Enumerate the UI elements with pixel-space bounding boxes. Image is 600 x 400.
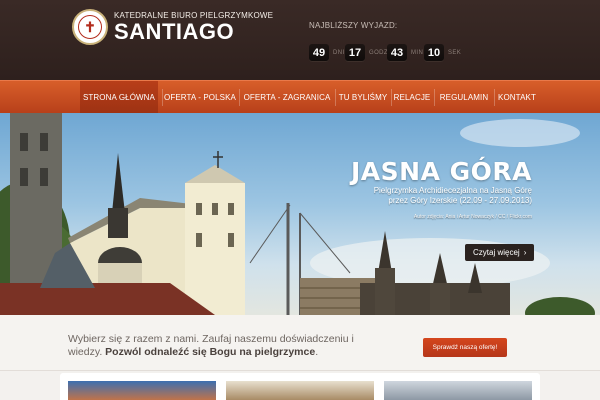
logo-emblem[interactable]: ✝	[72, 9, 108, 45]
countdown-days-value: 49	[309, 44, 329, 62]
read-more-button[interactable]: Czytaj więcej ›	[465, 244, 535, 261]
countdown-label: NAJBLIŻSZY WYJAZD:	[309, 21, 398, 30]
nav-item-terms[interactable]: REGULAMIN	[436, 81, 492, 114]
main-nav: STRONA GŁÓWNA OFERTA - POLSKA OFERTA - Z…	[0, 80, 600, 114]
nav-item-where-we-were[interactable]: TU BYLIŚMY	[337, 81, 389, 114]
countdown-minutes: 43 MIN	[387, 44, 423, 62]
countdown-days: 49 DNI	[309, 44, 345, 62]
nav-item-home[interactable]: STRONA GŁÓWNA	[80, 81, 158, 114]
nav-item-offer-poland[interactable]: OFERTA - POLSKA	[164, 81, 236, 114]
countdown-days-unit: DNI	[333, 50, 345, 56]
cta-text: Wybierz się z razem z nami. Zaufaj nasze…	[68, 333, 388, 358]
nav-divider	[391, 89, 392, 106]
brand-name[interactable]: SANTIAGO	[114, 19, 234, 45]
hero-title: JASNA GÓRA	[350, 157, 532, 186]
cta-text-bold: Pozwól odnaleźć się Bogu na pielgrzymce	[105, 345, 316, 358]
nav-item-offer-abroad[interactable]: OFERTA - ZAGRANICA	[241, 81, 333, 114]
read-more-label: Czytaj więcej	[473, 248, 520, 257]
nav-divider	[434, 89, 435, 106]
chevron-right-icon: ›	[523, 248, 527, 257]
countdown-seconds: 10 SEK	[424, 44, 461, 62]
nav-item-reports[interactable]: RELACJE	[393, 81, 431, 114]
offer-thumbnail[interactable]	[68, 381, 216, 400]
offer-thumbnail[interactable]	[384, 381, 532, 400]
countdown-seconds-unit: SEK	[448, 50, 462, 56]
nav-divider	[162, 89, 163, 106]
page: ✝ KATEDRALNE BIURO PIELGRZYMKOWE SANTIAG…	[0, 0, 600, 400]
offer-thumbnail[interactable]	[226, 381, 374, 400]
countdown-hours-value: 17	[345, 44, 365, 62]
countdown-hours: 17 GODZ	[345, 44, 388, 62]
nav-divider	[494, 89, 495, 106]
countdown-seconds-value: 10	[424, 44, 444, 62]
countdown-minutes-unit: MIN	[411, 50, 424, 56]
countdown-hours-unit: GODZ	[369, 50, 388, 56]
cta-text-end: .	[315, 345, 319, 358]
check-offer-button[interactable]: Sprawdź naszą ofertę!	[423, 338, 507, 357]
hero-description: Pielgrzymka Archidiecezjalna na Jasną Gó…	[373, 186, 532, 205]
site-header: ✝ KATEDRALNE BIURO PIELGRZYMKOWE SANTIAG…	[0, 0, 600, 80]
countdown-minutes-value: 43	[387, 44, 407, 62]
nav-item-contact[interactable]: KONTAKT	[496, 81, 538, 114]
nav-divider	[335, 89, 336, 106]
logo-cross-icon: ✝	[78, 15, 102, 39]
cta-band: Wybierz się z razem z nami. Zaufaj nasze…	[0, 315, 600, 371]
hero-photo-credit[interactable]: Autor zdjęcia: Ania i Artur Nowaczyk / C…	[414, 214, 532, 220]
nav-divider	[239, 89, 240, 106]
